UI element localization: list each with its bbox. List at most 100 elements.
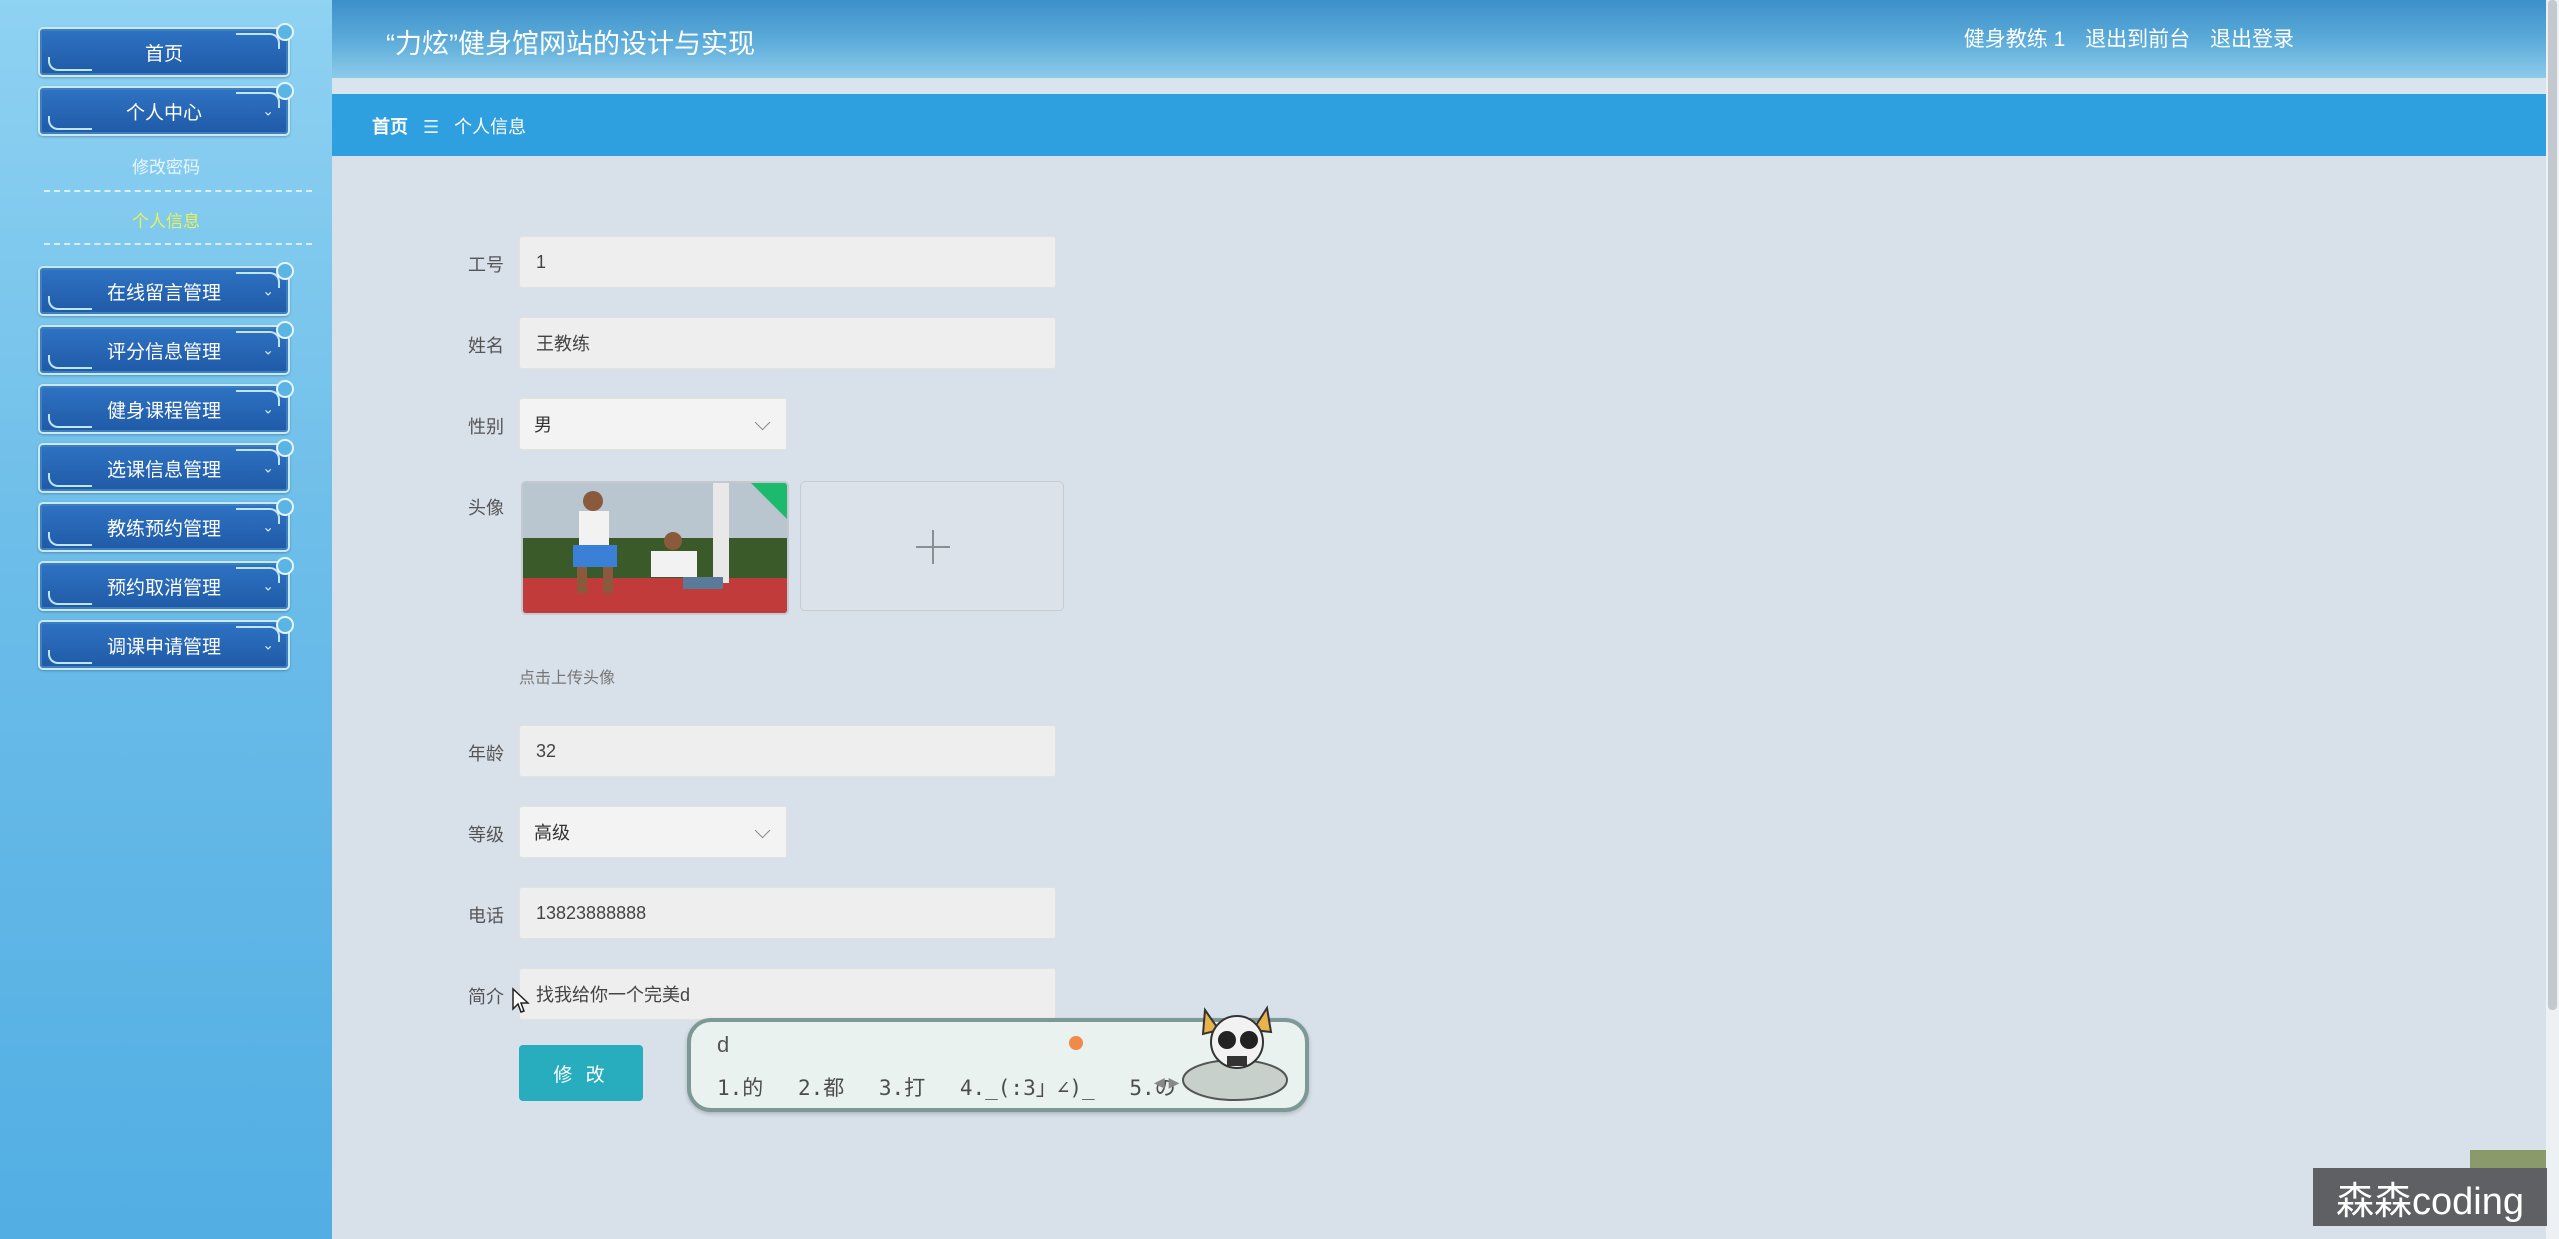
dot-icon (276, 321, 294, 339)
gender-select[interactable]: 男 (519, 398, 787, 450)
dot-icon (276, 439, 294, 457)
ornament (48, 116, 92, 130)
ornament (48, 591, 92, 605)
label-intro: 简介 (468, 987, 504, 1007)
header-gap (332, 78, 2546, 94)
sidebar-item-schedule-change[interactable]: ⌄ 调课申请管理 (38, 616, 294, 670)
uploaded-check-icon (751, 483, 787, 519)
level-value: 高级 (534, 823, 570, 843)
ornament (236, 33, 280, 49)
dot-icon (276, 82, 294, 100)
gonghao-field[interactable]: 1 (519, 236, 1056, 288)
chevron-down-icon: ⌄ (262, 400, 274, 417)
intro-field[interactable]: 找我给你一个完美d (519, 968, 1056, 1020)
emoji-icon[interactable] (1069, 1036, 1083, 1050)
current-user: 健身教练 1 (1963, 28, 2066, 51)
label-phone: 电话 (468, 906, 504, 926)
chevron-down-icon: ⌄ (262, 282, 274, 299)
chevron-down-icon: ⌄ (262, 577, 274, 594)
breadcrumb: 首页 ☰ 个人信息 (332, 94, 2546, 156)
label-gender: 性别 (468, 417, 504, 437)
sidebar-item-coach-booking[interactable]: ⌄ 教练预约管理 (38, 498, 294, 552)
chevron-down-icon: ⌄ (262, 459, 274, 476)
sidebar-item-ratings[interactable]: ⌄ 评分信息管理 (38, 321, 294, 375)
avatar-upload-button[interactable] (800, 481, 1064, 611)
sidebar-item-label: 调课申请管理 (106, 636, 221, 658)
label-level: 等级 (468, 825, 504, 845)
ime-candidate[interactable]: 4._(:3」∠)_ (960, 1076, 1095, 1100)
sidebar-item-label: 健身课程管理 (106, 400, 221, 422)
chevron-down-icon: ⌄ (262, 102, 274, 119)
mouse-cursor-icon (512, 987, 530, 1013)
dot-icon (276, 380, 294, 398)
breadcrumb-trail: 首页 ☰ 个人信息 (372, 113, 526, 139)
app-title: “力炫”健身馆网站的设计与实现 (386, 29, 755, 59)
level-select[interactable]: 高级 (519, 806, 787, 858)
breadcrumb-home[interactable]: 首页 (372, 117, 408, 137)
corner-thumbnail (2470, 1150, 2546, 1168)
ornament (48, 296, 92, 310)
breadcrumb-current: 个人信息 (454, 117, 527, 137)
sidebar-item-home[interactable]: 首页 (38, 23, 294, 77)
phone-field[interactable]: 13823888888 (519, 887, 1056, 939)
sidebar-item-label: 首页 (144, 43, 183, 65)
plus-icon (932, 530, 934, 564)
label-name: 姓名 (468, 336, 504, 356)
divider (44, 243, 312, 245)
ime-candidates: 1.的 2.都 3.打 4._(:3」∠)_ 5.の (717, 1072, 1198, 1102)
sidebar-item-label: 预约取消管理 (106, 577, 221, 599)
menu-icon: ☰ (423, 117, 440, 137)
avatar-image[interactable] (521, 481, 789, 615)
sidebar: 首页 ⌄ 个人中心 修改密码 个人信息 ⌄ 在线留言管理 ⌄ 评分信息管理 ⌄ … (0, 0, 332, 1239)
sidebar-item-label: 评分信息管理 (106, 341, 221, 363)
logout-link[interactable]: 退出登录 (2210, 28, 2294, 51)
dot-icon (276, 616, 294, 634)
scrollbar-thumb[interactable] (2548, 0, 2557, 1010)
submit-button[interactable]: 修 改 (519, 1045, 643, 1101)
submenu-change-password[interactable]: 修改密码 (0, 153, 332, 178)
ornament (48, 650, 92, 664)
age-field[interactable]: 32 (519, 725, 1056, 777)
ime-composition: d (717, 1032, 730, 1057)
top-header: “力炫”健身馆网站的设计与实现 健身教练 1 退出到前台 退出登录 (332, 0, 2546, 78)
sidebar-item-label: 个人中心 (125, 102, 202, 124)
label-gonghao: 工号 (468, 255, 504, 275)
chevron-down-icon (754, 822, 771, 839)
ornament (48, 532, 92, 546)
avatar-photo (523, 483, 787, 613)
ornament (48, 473, 92, 487)
dot-icon (276, 23, 294, 41)
name-field[interactable]: 王教练 (519, 317, 1056, 369)
dot-icon (276, 498, 294, 516)
chevron-down-icon: ⌄ (262, 341, 274, 358)
ornament (48, 355, 92, 369)
avatar-upload-hint: 点击上传头像 (519, 670, 616, 687)
submenu-personal-info[interactable]: 个人信息 (0, 207, 332, 232)
ornament (48, 57, 92, 71)
chevron-down-icon: ⌄ (262, 518, 274, 535)
label-avatar: 头像 (468, 498, 504, 518)
label-age: 年龄 (468, 744, 504, 764)
sidebar-item-label: 教练预约管理 (106, 518, 221, 540)
sidebar-item-messages[interactable]: ⌄ 在线留言管理 (38, 262, 294, 316)
gender-value: 男 (534, 415, 552, 435)
ime-candidate[interactable]: 1.的 (717, 1076, 763, 1100)
header-links: 健身教练 1 退出到前台 退出登录 (1950, 23, 2294, 53)
sidebar-item-personal-center[interactable]: ⌄ 个人中心 (38, 82, 294, 136)
chevron-down-icon: ⌄ (262, 636, 274, 653)
ime-candidate[interactable]: 2.都 (798, 1076, 844, 1100)
dot-icon (276, 262, 294, 280)
divider (44, 190, 312, 192)
sidebar-item-booking-cancel[interactable]: ⌄ 预约取消管理 (38, 557, 294, 611)
dot-icon (276, 557, 294, 575)
watermark: 森森coding (2313, 1168, 2547, 1226)
page-scrollbar[interactable] (2546, 0, 2559, 1239)
sidebar-item-label: 在线留言管理 (106, 282, 221, 304)
sidebar-item-course-selection[interactable]: ⌄ 选课信息管理 (38, 439, 294, 493)
ime-candidate[interactable]: 3.打 (879, 1076, 925, 1100)
sidebar-item-courses[interactable]: ⌄ 健身课程管理 (38, 380, 294, 434)
exit-to-frontend-link[interactable]: 退出到前台 (2085, 28, 2190, 51)
chevron-down-icon (754, 414, 771, 431)
sidebar-item-label: 选课信息管理 (106, 459, 221, 481)
ornament (48, 414, 92, 428)
